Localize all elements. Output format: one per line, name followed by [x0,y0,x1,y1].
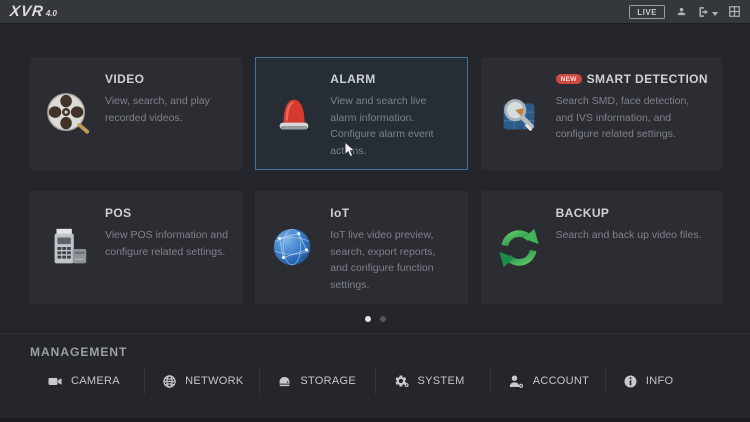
card-description: IoT live video preview, search, export r… [330,227,453,293]
screen-layout-icon[interactable] [729,6,740,17]
management-item-account[interactable]: ACCOUNT [490,368,605,394]
management-item-storage[interactable]: STORAGE [259,368,374,394]
card-description: View, search, and play recorded videos. [105,93,228,126]
main-menu-grid: VIDEO View, search, and play recorded vi… [30,57,722,304]
network-globe-icon [163,375,176,388]
card-description: Search and back up video files. [556,227,708,244]
info-icon [624,375,637,388]
management-item-label: CAMERA [71,375,120,387]
card-description: View and search live alarm information. … [330,93,453,159]
logo-text: XVR [9,3,45,20]
card-title: VIDEO [105,72,144,86]
iot-globe-icon [270,225,316,271]
storage-drive-icon [278,375,291,387]
app-logo: XVR 4.0 [10,3,57,20]
management-item-system[interactable]: SYSTEM [375,368,490,394]
card-title: POS [105,206,132,220]
page-indicator [0,316,750,322]
user-icon[interactable] [676,6,687,17]
backup-sync-icon [496,225,542,271]
card-pos[interactable]: POS View POS information and configure r… [30,191,242,304]
management-item-label: INFO [646,375,673,387]
alarm-siren-icon [271,91,317,137]
management-section: MANAGEMENT CAMERA NETWORK ST [0,333,750,394]
management-item-label: SYSTEM [418,375,465,387]
new-badge: NEW [556,74,582,84]
card-video[interactable]: VIDEO View, search, and play recorded vi… [30,57,242,170]
film-reel-icon [45,91,91,137]
management-item-info[interactable]: INFO [605,368,720,394]
card-iot[interactable]: IoT IoT live video preview, search, expo… [255,191,467,304]
management-item-label: STORAGE [300,375,356,387]
page-dot-2[interactable] [380,316,386,322]
top-bar: XVR 4.0 LIVE [0,0,750,24]
management-title: MANAGEMENT [30,345,750,359]
page-dot-1[interactable] [365,316,371,322]
bottom-edge-strip [0,418,750,422]
management-row: CAMERA NETWORK STORAGE [30,368,720,394]
management-item-camera[interactable]: CAMERA [30,368,144,394]
logout-icon[interactable] [698,6,718,18]
smart-detection-icon [496,91,542,137]
card-title: BACKUP [556,206,610,220]
pos-terminal-icon [45,225,91,271]
card-description: Search SMD, face detection, and IVS info… [556,93,708,143]
card-backup[interactable]: BACKUP Search and back up video files. [481,191,722,304]
camera-icon [48,376,62,387]
card-alarm[interactable]: ALARM View and search live alarm informa… [255,57,467,170]
card-title: SMART DETECTION [587,72,708,86]
logout-caret-icon [712,12,718,16]
system-gear-icon [394,374,409,388]
card-description: View POS information and configure relat… [105,227,228,260]
logo-version: 4.0 [46,9,57,18]
live-button[interactable]: LIVE [629,5,665,19]
account-user-icon [509,375,524,388]
card-title: IoT [330,206,349,220]
management-item-network[interactable]: NETWORK [144,368,259,394]
card-smart-detection[interactable]: NEW SMART DETECTION Search SMD, face det… [481,57,722,170]
management-item-label: ACCOUNT [533,375,590,387]
management-item-label: NETWORK [185,375,243,387]
card-title: ALARM [330,72,375,86]
